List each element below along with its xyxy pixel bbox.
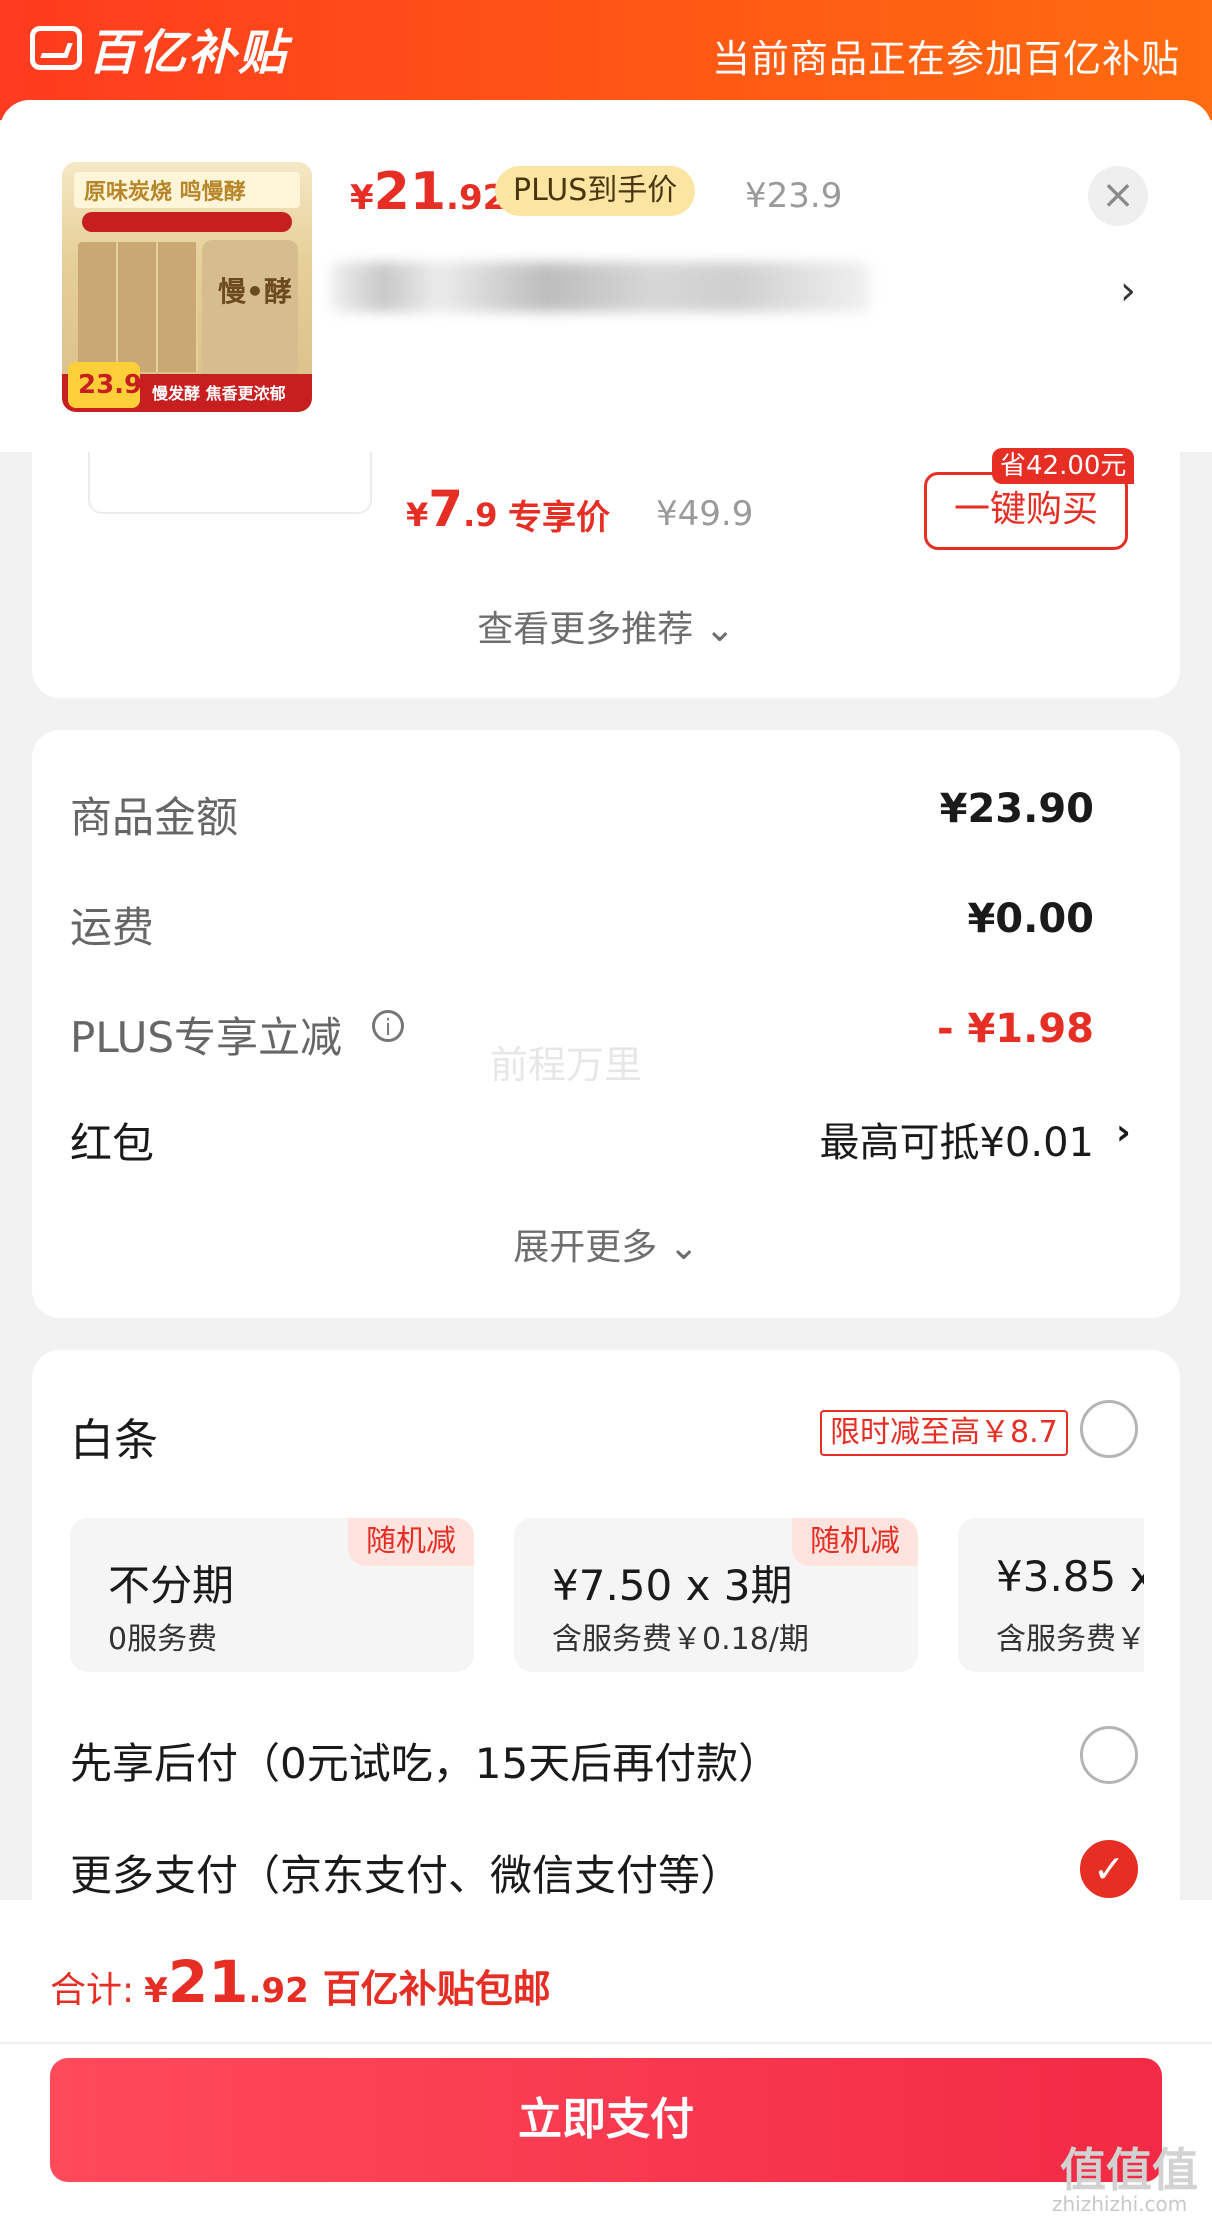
plan-fee: 0服务费 xyxy=(108,1622,218,1657)
shipping-label: 运费 xyxy=(70,903,155,952)
pay-later-radio[interactable] xyxy=(1080,1726,1138,1784)
pay-now-button[interactable]: 立即支付 xyxy=(50,2058,1162,2182)
brand-logo-icon xyxy=(30,26,82,70)
exclusive-price-label: 专享价 xyxy=(508,498,610,538)
pay-later-label: 先享后付（0元试吃，15天后再付款） xyxy=(70,1739,781,1788)
plan-title: ¥3.85 x xyxy=(996,1552,1144,1601)
plan-scroll-clip: ¥3.85 x 含服务费￥ xyxy=(958,1518,1144,1672)
thumb-subtitle-strip xyxy=(82,212,292,232)
recommendation-price: ¥ 7 .9 xyxy=(406,480,497,538)
plus-discount-value: - ¥1.98 xyxy=(936,1006,1094,1052)
thumb-bag-label: 慢•酵 xyxy=(218,275,292,308)
baitiao-radio[interactable] xyxy=(1080,1400,1138,1458)
random-discount-badge: 随机减 xyxy=(792,1518,918,1566)
thumb-price-tag: 23.9 xyxy=(68,362,143,408)
recommendation-thumbnail[interactable] xyxy=(88,452,372,514)
original-price: ¥23.9 xyxy=(745,176,843,216)
site-watermark-logo: 值值值 xyxy=(1060,2143,1198,2197)
goods-amount-label: 商品金额 xyxy=(70,793,239,842)
total-note: 百亿补贴包邮 xyxy=(322,1967,551,2011)
thumb-boxes-image xyxy=(78,242,198,372)
brand-name: 百亿补贴 xyxy=(88,25,289,81)
plus-price: ¥ 21 .92 xyxy=(350,162,506,222)
plan-title: 不分期 xyxy=(108,1561,235,1610)
plan-6-installments[interactable]: ¥3.85 x 含服务费￥ xyxy=(958,1518,1144,1672)
brand-logo: 百亿补贴 xyxy=(30,18,288,81)
total-label: 合计: xyxy=(50,1970,135,2011)
close-button[interactable]: × xyxy=(1088,166,1148,226)
more-payment-label: 更多支付（京东支付、微信支付等） xyxy=(70,1851,743,1900)
thumb-title-strip: 原味炭烧 鸣慢酵 xyxy=(74,172,300,208)
thumb-title: 原味炭烧 鸣慢酵 xyxy=(84,180,246,205)
plan-3-installments[interactable]: ¥7.50 x 3期 含服务费￥0.18/期 随机减 xyxy=(514,1518,918,1672)
red-packet-label: 红包 xyxy=(70,1119,155,1168)
baitiao-promo-badge: 限时减至高￥8.7 xyxy=(820,1410,1068,1456)
plus-price-label: PLUS到手价 xyxy=(495,166,696,216)
random-discount-badge: 随机减 xyxy=(348,1518,474,1566)
rec-price-decimal: .9 xyxy=(463,496,498,534)
goods-amount-value: ¥23.90 xyxy=(939,786,1094,832)
shipping-value: ¥0.00 xyxy=(967,896,1094,942)
plan-no-installment[interactable]: 不分期 0服务费 随机减 xyxy=(70,1518,474,1672)
order-total: 合计: ¥ 21 .92 百亿补贴包邮 xyxy=(50,1948,551,2016)
rec-price-symbol: ¥ xyxy=(406,496,429,534)
plan-fee: 含服务费￥0.18/期 xyxy=(552,1622,809,1657)
rec-original-price: ¥49.9 xyxy=(656,494,754,534)
thumb-bag-image: 慢•酵 xyxy=(202,240,298,380)
total-integer: 21 xyxy=(167,1948,249,2016)
save-amount-badge: 省42.00元 xyxy=(992,448,1135,484)
plus-discount-label: PLUS专享立减 xyxy=(70,1013,343,1062)
rec-price-integer: 7 xyxy=(428,480,464,538)
site-watermark-url: zhizhizhi.com xyxy=(1052,2192,1188,2216)
chevron-right-icon[interactable]: › xyxy=(1120,268,1136,314)
expand-more-link[interactable]: 展开更多 ⌄ xyxy=(0,1218,1212,1270)
plan-fee: 含服务费￥ xyxy=(996,1622,1144,1657)
product-title-blurred[interactable] xyxy=(330,262,870,312)
price-integer: 21 xyxy=(373,162,447,222)
product-thumbnail[interactable]: 原味炭烧 鸣慢酵 慢•酵 慢发酵 焦香更浓郁 23.9 xyxy=(62,162,312,412)
total-symbol: ¥ xyxy=(144,1971,168,2011)
red-packet-value[interactable]: 最高可抵¥0.01 xyxy=(819,1110,1094,1168)
chevron-right-icon[interactable]: › xyxy=(1116,1112,1131,1153)
plan-title: ¥7.50 x 3期 xyxy=(552,1561,793,1610)
text-watermark: 前程万里 xyxy=(490,1043,643,1087)
total-decimal: .92 xyxy=(248,1971,309,2011)
more-payment-radio-checked[interactable]: ✓ xyxy=(1080,1840,1138,1898)
banner-note: 当前商品正在参加百亿补贴 xyxy=(711,37,1180,81)
info-icon[interactable]: i xyxy=(372,1010,404,1042)
thumb-slogan: 慢发酵 焦香更浓郁 xyxy=(152,384,286,403)
more-recommendations-link[interactable]: 查看更多推荐 ⌄ xyxy=(0,600,1212,652)
baitiao-label: 白条 xyxy=(70,1415,158,1466)
thumb-price: 23.9 xyxy=(78,370,143,400)
footer-divider xyxy=(0,2042,1212,2044)
price-symbol: ¥ xyxy=(350,178,374,218)
